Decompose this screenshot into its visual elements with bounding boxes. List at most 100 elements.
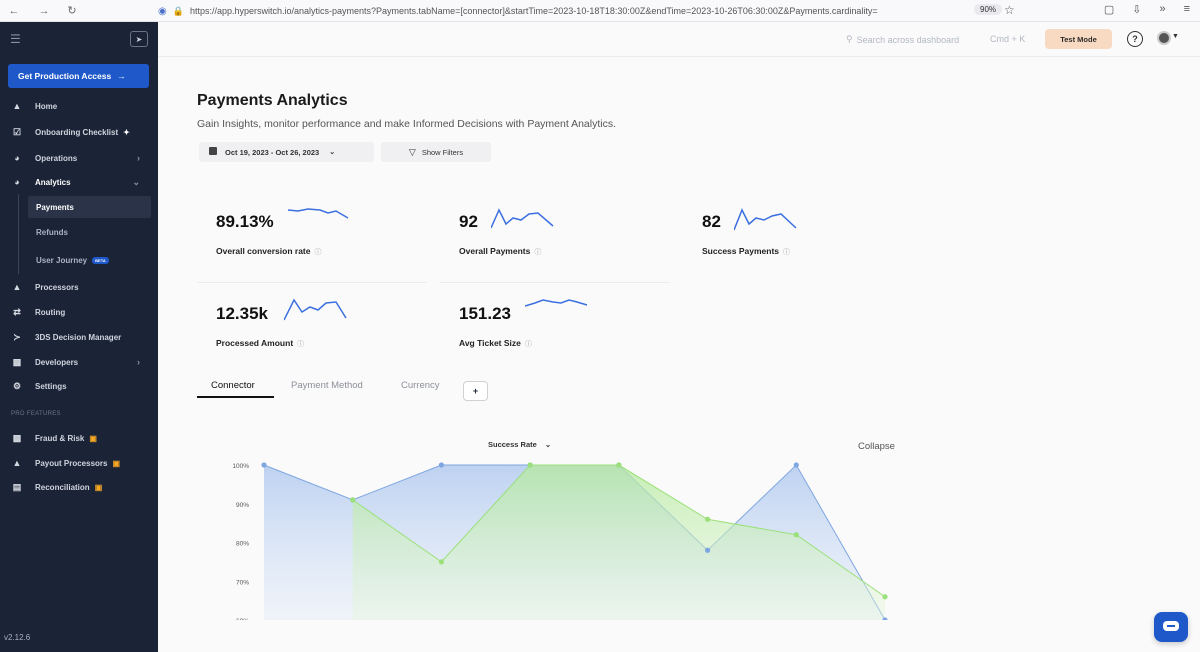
test-mode-button[interactable]: Test Mode (1045, 29, 1112, 49)
data-point[interactable] (438, 462, 445, 468)
metric-label-text: Overall conversion rate (216, 246, 311, 256)
pro-features-label: PRO FEATURES (11, 411, 61, 417)
info-icon[interactable]: ⓘ (525, 341, 532, 348)
tab-payment-method[interactable]: Payment Method (291, 380, 363, 391)
metric-select[interactable]: Success Rate ⌄ (488, 440, 551, 449)
tab-connector[interactable]: Connector (211, 380, 255, 391)
sidebar-subitem-refunds[interactable]: Refunds (28, 221, 151, 243)
metrics-divider (440, 282, 670, 283)
help-icon[interactable]: ? (1127, 31, 1143, 47)
avatar[interactable] (1157, 31, 1171, 45)
sidebar-item-home[interactable]: ▲ Home (0, 95, 158, 117)
filter-icon: ▽ (408, 146, 416, 157)
sidebar-item-operations[interactable]: ◕ Operations › (0, 147, 158, 169)
info-icon[interactable]: ⓘ (297, 341, 304, 348)
url-text: https://app.hyperswitch.io/analytics-pay… (189, 6, 878, 16)
data-point[interactable] (704, 547, 711, 553)
submenu-guide-line (18, 194, 19, 274)
lock-icon: 🔒 (172, 5, 184, 16)
lock-icon: ▣ (112, 458, 121, 468)
fraud-risk-icon: ▩ (12, 432, 22, 443)
sidebar-subitem-label: Payments (36, 202, 74, 212)
sidebar-item-routing[interactable]: ⇄ Routing (0, 301, 158, 323)
sidebar-item-settings[interactable]: ⚙ Settings (0, 375, 158, 397)
data-point[interactable] (350, 497, 356, 503)
bookmark-star-icon[interactable]: ☆ (1004, 3, 1015, 17)
sidebar-item-label: Settings (35, 381, 67, 391)
y-tick-label: 70% (236, 579, 249, 586)
operations-icon: ◕ (14, 153, 20, 163)
chevron-right-icon: › (137, 153, 140, 163)
address-bar[interactable]: ◉ 🔒 https://app.hyperswitch.io/analytics… (158, 3, 1008, 19)
metric-label-text: Avg Ticket Size (459, 338, 521, 348)
tab-currency[interactable]: Currency (401, 380, 440, 391)
add-tab-button[interactable]: + (463, 381, 488, 401)
routing-icon: ⇄ (13, 306, 21, 317)
sidebar-item-3ds-decision-manager[interactable]: ≻ 3DS Decision Manager (0, 326, 158, 348)
data-point[interactable] (527, 462, 533, 468)
sidebar-item-processors[interactable]: ▲ Processors (0, 276, 158, 298)
data-point[interactable] (616, 462, 622, 468)
back-icon[interactable]: ← (4, 5, 24, 17)
sidebar-subitem-label: User Journey (36, 255, 88, 265)
metric-value: 82 (702, 212, 721, 231)
y-tick-label: 90% (236, 502, 249, 509)
sidebar-top: ☰ ➤ (0, 22, 158, 56)
forward-icon[interactable]: → (34, 5, 54, 17)
metric-value: 12.35k (216, 304, 268, 323)
info-icon[interactable]: ⓘ (783, 249, 790, 256)
beta-badge: BETA (92, 256, 109, 264)
data-point[interactable] (793, 462, 799, 468)
sidebar-item-label: Payout Processors (35, 458, 108, 468)
metric-label: Overall conversion rate ⓘ (216, 246, 322, 257)
share-icon: ≻ (13, 331, 21, 342)
sidebar-item-reconciliation[interactable]: ▤ Reconciliation ▣ (0, 476, 158, 498)
browser-toolbar: ← → ↻ ◉ 🔒 https://app.hyperswitch.io/ana… (0, 0, 1200, 22)
sparkline (734, 208, 797, 231)
zoom-level[interactable]: 90% (974, 4, 1003, 15)
metrics-divider (197, 282, 427, 283)
reload-icon[interactable]: ↻ (62, 4, 82, 17)
chat-support-button[interactable] (1154, 612, 1188, 642)
sidebar-subitem-user-journey[interactable]: User Journey BETA (28, 249, 151, 271)
data-point[interactable] (793, 532, 799, 538)
metric-label-text: Processed Amount (216, 338, 294, 348)
info-icon[interactable]: ⓘ (315, 249, 322, 256)
y-tick-label: 80% (236, 541, 249, 548)
metric-label: Success Payments ⓘ (702, 246, 790, 257)
pin-icon[interactable]: ➤ (130, 31, 148, 47)
data-point[interactable] (704, 516, 711, 522)
calendar-icon (209, 147, 217, 155)
get-production-access-button[interactable]: Get Production Access → (8, 64, 149, 88)
metric-value: 89.13% (216, 212, 274, 231)
data-point[interactable] (261, 462, 267, 468)
sidebar-item-developers[interactable]: ▩ Developers › (0, 351, 158, 373)
data-point[interactable] (438, 559, 445, 565)
metric-avg-ticket-size: 151.23 Avg Ticket Size ⓘ (459, 299, 588, 348)
search-placeholder: Search across dashboard (856, 34, 960, 45)
sidebar-subitem-payments[interactable]: Payments (28, 196, 151, 218)
collapse-button[interactable]: Collapse (858, 441, 895, 452)
sparkline (491, 208, 554, 229)
info-icon[interactable]: ⓘ (534, 249, 541, 256)
pocket-icon[interactable]: ▢ (1104, 3, 1114, 16)
chevron-down-icon[interactable]: ▼ (1172, 33, 1179, 40)
sidebar-item-fraud-risk[interactable]: ▩ Fraud & Risk ▣ (0, 427, 158, 449)
hamburger-icon[interactable]: ☰ (10, 32, 21, 46)
show-filters-button[interactable]: ▽ Show Filters (381, 142, 491, 162)
overflow-icon[interactable]: » (1159, 3, 1165, 16)
checklist-icon: ☑ (12, 126, 22, 137)
page-title: Payments Analytics (197, 92, 348, 109)
sidebar-item-analytics[interactable]: ◕ Analytics ⌄ (0, 171, 158, 193)
download-icon[interactable]: ⇩ (1132, 3, 1141, 16)
shortcut-hint: Cmd + K (990, 34, 1026, 44)
sidebar-item-onboarding-checklist[interactable]: ☑ Onboarding Checklist ✦ (0, 121, 158, 143)
sparkline (284, 298, 347, 321)
search-input[interactable]: ⚲ Search across dashboard (846, 34, 959, 45)
processors-icon: ▲ (12, 282, 22, 292)
metric-value: 151.23 (459, 304, 511, 323)
data-point[interactable] (882, 594, 888, 600)
sidebar-item-payout-processors[interactable]: ▲ Payout Processors ▣ (0, 452, 158, 474)
menu-icon[interactable]: ≡ (1184, 3, 1190, 16)
date-range-picker[interactable]: Oct 19, 2023 - Oct 26, 2023 ⌄ (199, 142, 374, 162)
